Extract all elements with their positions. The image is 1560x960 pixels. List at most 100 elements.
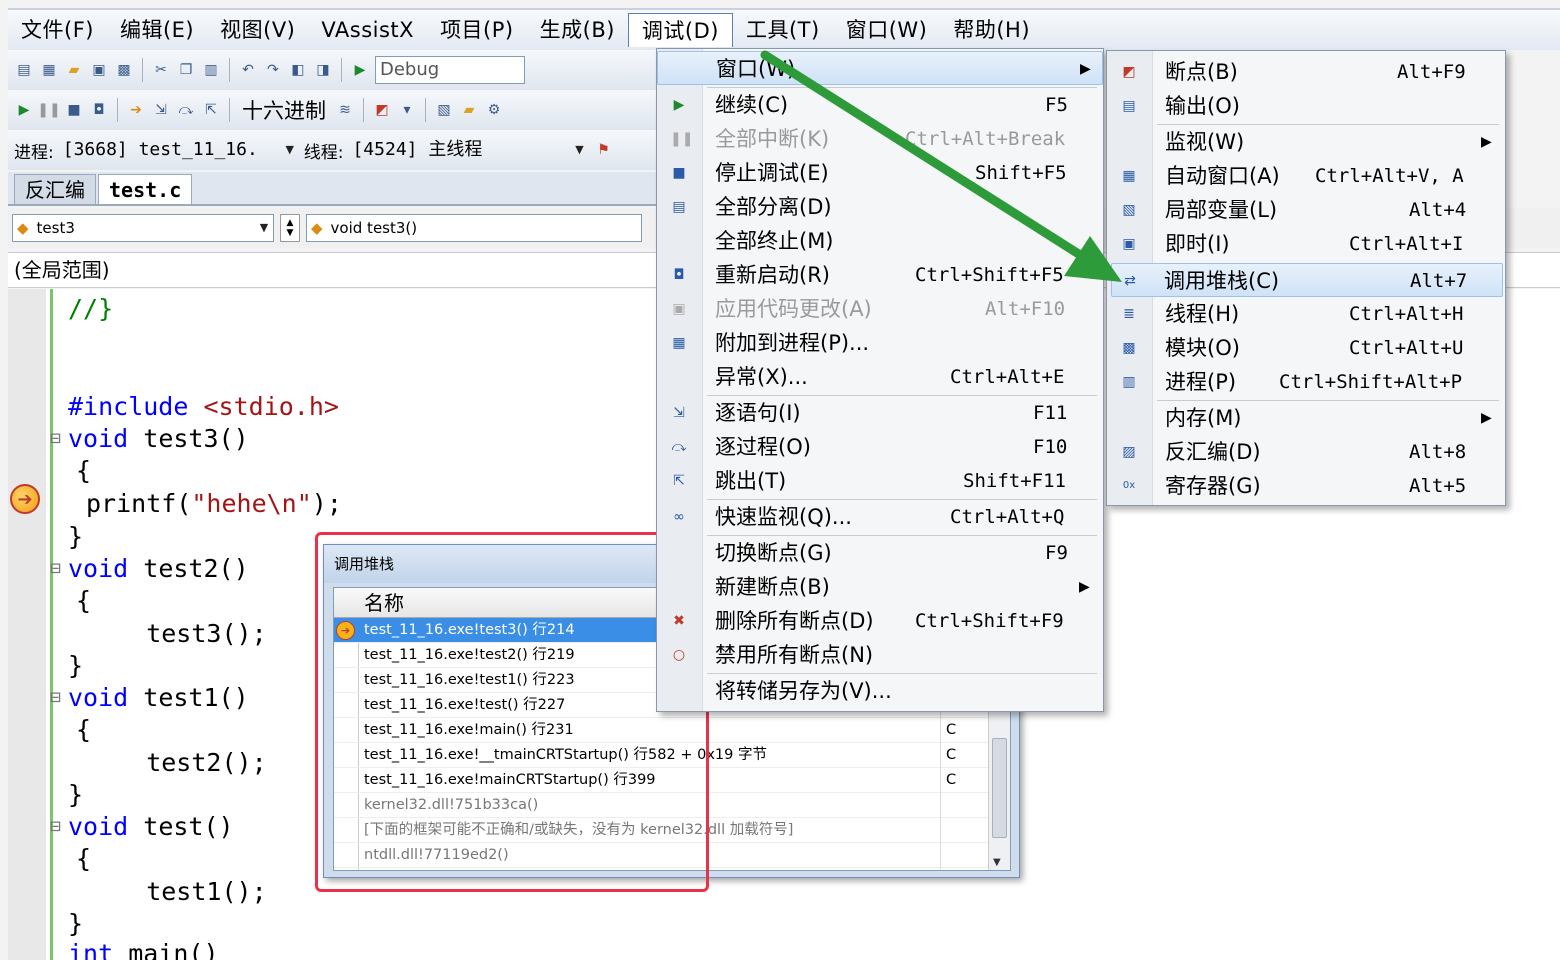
column-header-name[interactable]: 名称: [364, 588, 404, 618]
solution-config-select[interactable]: Debug: [375, 56, 525, 84]
debug-menu-item-detach-all[interactable]: ▤ 全部分离(D): [657, 190, 1103, 224]
code-line: printf("hehe\n");: [86, 489, 342, 518]
menu-tools[interactable]: 工具(T): [733, 13, 833, 47]
windows-menu-item-threads[interactable]: ≣ 线程(H) Ctrl+Alt+H: [1107, 297, 1505, 331]
debug-menu-item-apply-code-changes[interactable]: ▣ 应用代码更改(A) Alt+F10: [657, 292, 1103, 326]
thread-select[interactable]: [4524] 主线程 ▼: [348, 136, 588, 164]
step-out-icon[interactable]: ⇱: [201, 100, 221, 120]
menu-item-label: 全部分离(D): [715, 195, 832, 219]
start-debug-icon[interactable]: ▶: [350, 60, 370, 80]
scroll-down-icon[interactable]: ▼: [993, 857, 1001, 868]
hex-display-toggle[interactable]: 十六进制: [238, 95, 330, 125]
memory-icon[interactable]: ▧: [434, 100, 454, 120]
windows-menu-item-immediate[interactable]: ▣ 即时(I) Ctrl+Alt+I: [1107, 227, 1505, 261]
debug-menu-item-toggle-breakpoint[interactable]: 切换断点(G) F9: [657, 536, 1103, 570]
frame-name: test_11_16.exe!test1() 行223: [364, 672, 575, 688]
windows-menu-item-locals[interactable]: ▧ 局部变量(L) Alt+4: [1107, 193, 1505, 227]
add-item-icon[interactable]: ▦: [39, 60, 59, 80]
new-project-icon[interactable]: ▤: [14, 60, 34, 80]
debug-menu-item-delete-all-breakpoints[interactable]: ✖ 删除所有断点(D) Ctrl+Shift+F9: [657, 604, 1103, 638]
hex-icon[interactable]: ≋: [335, 100, 355, 120]
debug-menu-item-windows[interactable]: 窗口(W) ▶: [657, 51, 1103, 85]
redo-icon[interactable]: ↷: [263, 60, 283, 80]
breakpoints-window-icon[interactable]: ◩: [372, 100, 392, 120]
restart-icon[interactable]: ◘: [89, 100, 109, 120]
windows-menu-item-registers[interactable]: 0x 寄存器(G) Alt+5: [1107, 469, 1505, 503]
process-select[interactable]: [3668] test_11_16. ▼: [59, 136, 299, 164]
step-into-icon[interactable]: ⇲: [151, 100, 171, 120]
scrollbar-thumb[interactable]: [992, 738, 1007, 838]
copy-icon[interactable]: ❐: [176, 60, 196, 80]
member-select[interactable]: ◆ void test3(): [306, 214, 642, 242]
menu-debug[interactable]: 调试(D): [627, 13, 733, 47]
debug-menu-item-step-out[interactable]: ⇱ 跳出(T) Shift+F11: [657, 464, 1103, 498]
diamond-icon: ◆: [17, 219, 29, 237]
step-over-icon[interactable]: ⤼: [176, 100, 196, 120]
debug-menu-item-save-dump[interactable]: 将转储另存为(V)...: [657, 674, 1103, 708]
fold-toggle-icon[interactable]: ⊟: [50, 428, 61, 449]
debug-menu-item-stop[interactable]: ■ 停止调试(E) Shift+F5: [657, 156, 1103, 190]
flag-icon[interactable]: ⚑: [593, 140, 613, 160]
tab-disassembly[interactable]: 反汇编: [14, 174, 96, 204]
debug-menu-item-exceptions[interactable]: 异常(X)... Ctrl+Alt+E: [657, 360, 1103, 394]
paste-icon[interactable]: ▥: [201, 60, 221, 80]
debug-menu-item-terminate-all[interactable]: 全部终止(M): [657, 224, 1103, 258]
cut-icon[interactable]: ✂: [151, 60, 171, 80]
continue-icon[interactable]: ▶: [14, 100, 34, 120]
debug-menu-item-quick-watch[interactable]: ∞ 快速监视(Q)... Ctrl+Alt+Q: [657, 500, 1103, 534]
navigate-forward-icon[interactable]: ◨: [313, 60, 333, 80]
fold-toggle-icon[interactable]: ⊟: [50, 558, 61, 579]
break-all-icon[interactable]: ❚❚: [37, 100, 60, 120]
save-all-icon[interactable]: ▩: [114, 60, 134, 80]
debug-menu-item-restart[interactable]: ◘ 重新启动(R) Ctrl+Shift+F5: [657, 258, 1103, 292]
table-row[interactable]: test_11_16.exe!__tmainCRTStartup() 行582 …: [334, 743, 988, 768]
menu-edit[interactable]: 编辑(E): [107, 13, 207, 47]
table-row[interactable]: ntdll.dll!77119ed2(): [334, 843, 988, 868]
undo-icon[interactable]: ↶: [238, 60, 258, 80]
split-spinner[interactable]: ▲ ▼: [280, 214, 300, 242]
menu-view[interactable]: 视图(V): [207, 13, 308, 47]
table-row[interactable]: [下面的框架可能不正确和/或缺失，没有为 kernel32.dll 加载符号]: [334, 818, 988, 843]
windows-menu-item-watch[interactable]: 监视(W) ▶: [1107, 125, 1505, 159]
debug-menu-item-continue[interactable]: ▶ 继续(C) F5: [657, 88, 1103, 122]
debug-menu-item-break-all[interactable]: ❚❚ 全部中断(K) Ctrl+Alt+Break: [657, 122, 1103, 156]
debug-menu-item-new-breakpoint[interactable]: 新建断点(B) ▶: [657, 570, 1103, 604]
tab-test-c[interactable]: test.c: [98, 174, 193, 204]
debug-menu-item-step-over[interactable]: ⤼ 逐过程(O) F10: [657, 430, 1103, 464]
menu-item-label: 异常(X)...: [715, 365, 808, 389]
fold-toggle-icon[interactable]: ⊟: [50, 687, 61, 708]
table-row[interactable]: test_11_16.exe!mainCRTStartup() 行399 C: [334, 768, 988, 793]
windows-menu-item-memory[interactable]: 内存(M) ▶: [1107, 401, 1505, 435]
menu-project[interactable]: 项目(P): [427, 13, 527, 47]
windows-menu-item-autos[interactable]: ▦ 自动窗口(A) Ctrl+Alt+V, A: [1107, 159, 1505, 193]
debug-menu-item-attach-to-process[interactable]: ▦ 附加到进程(P)...: [657, 326, 1103, 360]
table-row[interactable]: kernel32.dll!751b33ca(): [334, 793, 988, 818]
table-row[interactable]: test_11_16.exe!main() 行231 C: [334, 718, 988, 743]
menu-item-label: 局部变量(L): [1165, 198, 1278, 222]
menu-file[interactable]: 文件(F): [8, 13, 107, 47]
current-statement-arrow-icon: ➔: [10, 484, 40, 514]
windows-menu-item-breakpoints[interactable]: ◩ 断点(B) Alt+F9: [1107, 55, 1505, 89]
tools-icon[interactable]: ⚙: [484, 100, 504, 120]
stop-icon[interactable]: ■: [64, 100, 84, 120]
menu-build[interactable]: 生成(B): [527, 13, 628, 47]
save-icon[interactable]: ▣: [89, 60, 109, 80]
menu-vassistx[interactable]: VAssistX: [308, 13, 427, 47]
windows-menu-item-output[interactable]: ▤ 输出(O): [1107, 89, 1505, 123]
toolbar-dropdown-icon[interactable]: ▾: [397, 100, 417, 120]
folder-icon[interactable]: ▰: [459, 100, 479, 120]
editor-gutter[interactable]: [8, 289, 46, 960]
menu-help[interactable]: 帮助(H): [940, 13, 1043, 47]
windows-menu-item-disassembly[interactable]: ▨ 反汇编(D) Alt+8: [1107, 435, 1505, 469]
menu-window[interactable]: 窗口(W): [833, 13, 941, 47]
windows-menu-item-processes[interactable]: ▥ 进程(P) Ctrl+Shift+Alt+P: [1107, 365, 1505, 399]
debug-menu-item-disable-all-breakpoints[interactable]: ○ 禁用所有断点(N): [657, 638, 1103, 672]
debug-menu-item-step-into[interactable]: ⇲ 逐语句(I) F11: [657, 396, 1103, 430]
windows-menu-item-modules[interactable]: ▩ 模块(O) Ctrl+Alt+U: [1107, 331, 1505, 365]
open-folder-icon[interactable]: ▰: [64, 60, 84, 80]
type-select[interactable]: ◆ test3 ▼: [12, 214, 274, 242]
show-next-statement-icon[interactable]: ➔: [126, 100, 146, 120]
fold-toggle-icon[interactable]: ⊟: [50, 816, 61, 837]
windows-menu-item-call-stack[interactable]: ⇄ 调用堆栈(C) Alt+7: [1111, 263, 1503, 297]
navigate-back-icon[interactable]: ◧: [288, 60, 308, 80]
